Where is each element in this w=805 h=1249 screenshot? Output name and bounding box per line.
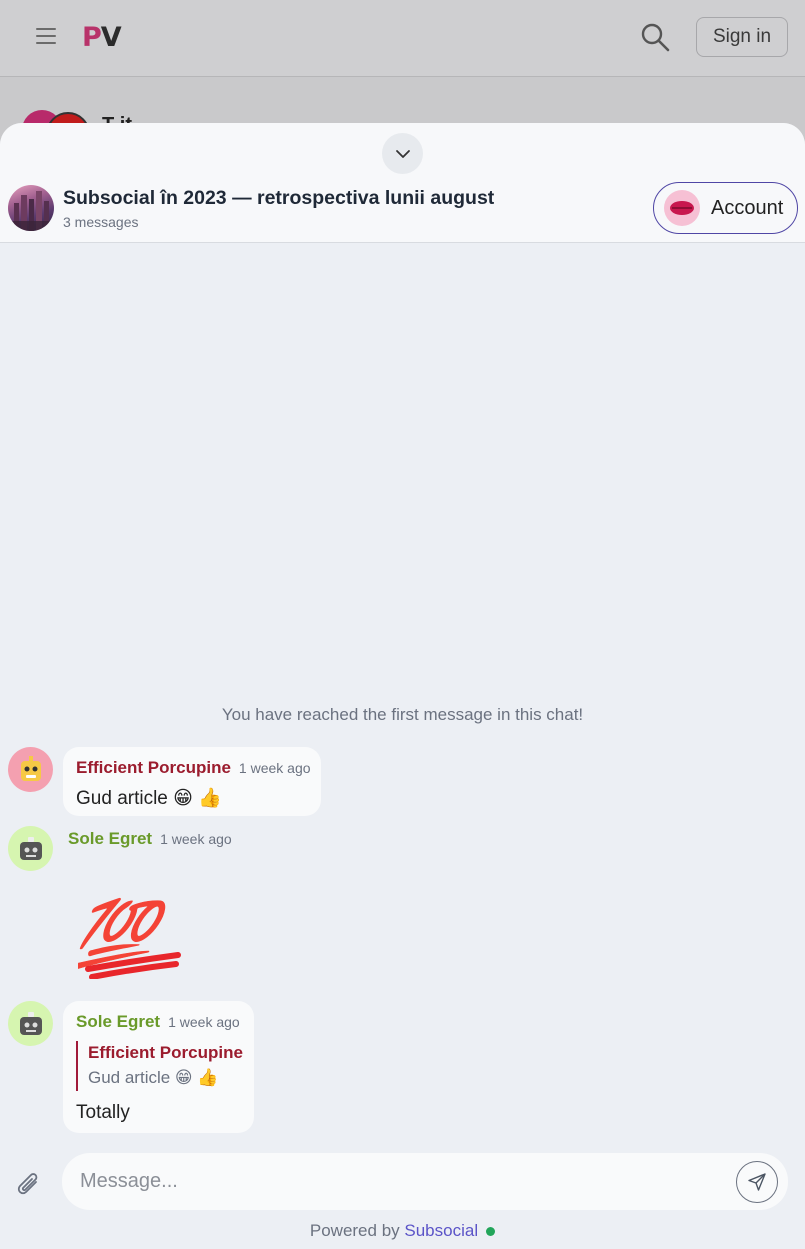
message-bubble[interactable]: Efficient Porcupine 1 week ago Gud articl… xyxy=(63,747,321,816)
message-composer xyxy=(0,1150,805,1220)
hamburger-menu-icon[interactable] xyxy=(36,28,56,46)
reply-author: Efficient Porcupine xyxy=(88,1043,243,1062)
account-button[interactable]: Account xyxy=(653,182,798,234)
send-icon xyxy=(748,1173,766,1191)
message-time: 1 week ago xyxy=(168,1014,240,1030)
paperclip-icon[interactable] xyxy=(16,1170,42,1200)
message-count: 3 messages xyxy=(63,214,139,230)
hundred-icon: 💯 xyxy=(67,895,181,980)
chat-title: Subsocial în 2023 — retrospectiva lunii … xyxy=(63,187,495,209)
account-avatar xyxy=(664,190,700,226)
avatar[interactable] xyxy=(8,1001,53,1046)
message-time: 1 week ago xyxy=(160,831,232,847)
site-logo[interactable]: PV xyxy=(82,22,122,53)
reply-text: Gud article 😁 👍 xyxy=(88,1068,219,1087)
search-icon[interactable] xyxy=(640,22,670,52)
message-text: Gud article 😁 👍 xyxy=(76,788,222,809)
sign-in-button[interactable]: Sign in xyxy=(696,17,788,57)
robot-face-icon xyxy=(19,1011,42,1035)
chevron-down-icon xyxy=(395,149,410,158)
message-time: 1 week ago xyxy=(238,760,311,776)
message-author[interactable]: Sole Egret xyxy=(68,829,152,848)
top-navbar: PV Sign in xyxy=(0,0,805,77)
powered-by: Powered by Subsocial xyxy=(0,1221,805,1241)
subsocial-link[interactable]: Subsocial xyxy=(404,1221,478,1240)
reply-quote[interactable]: Efficient Porcupine Gud article 😁 👍 xyxy=(76,1041,243,1091)
collapse-chat-button[interactable] xyxy=(382,133,423,174)
chat-avatar xyxy=(8,185,54,231)
avatar[interactable] xyxy=(8,747,53,792)
message-text: Totally xyxy=(76,1102,130,1123)
first-message-notice: You have reached the first message in th… xyxy=(221,705,584,724)
chat-header: Subsocial în 2023 — retrospectiva lunii … xyxy=(0,123,805,243)
message-author[interactable]: Sole Egret xyxy=(76,1012,160,1031)
account-label: Account xyxy=(711,196,784,219)
online-status-dot xyxy=(486,1227,496,1237)
avatar[interactable] xyxy=(8,826,53,871)
hundred-points-emoji: 💯 xyxy=(67,883,184,984)
robot-face-icon xyxy=(20,755,41,781)
message-bubble[interactable]: Sole Egret 1 week ago Efficient Porcupine… xyxy=(63,1001,254,1133)
message-author[interactable]: Efficient Porcupine xyxy=(76,758,231,777)
send-button[interactable] xyxy=(736,1161,778,1203)
message-header: Sole Egret 1 week ago xyxy=(68,829,232,849)
robot-face-icon xyxy=(19,836,42,860)
message-input[interactable] xyxy=(62,1153,788,1210)
lips-icon xyxy=(670,201,694,215)
chat-panel: Subsocial în 2023 — retrospectiva lunii … xyxy=(0,123,805,1249)
